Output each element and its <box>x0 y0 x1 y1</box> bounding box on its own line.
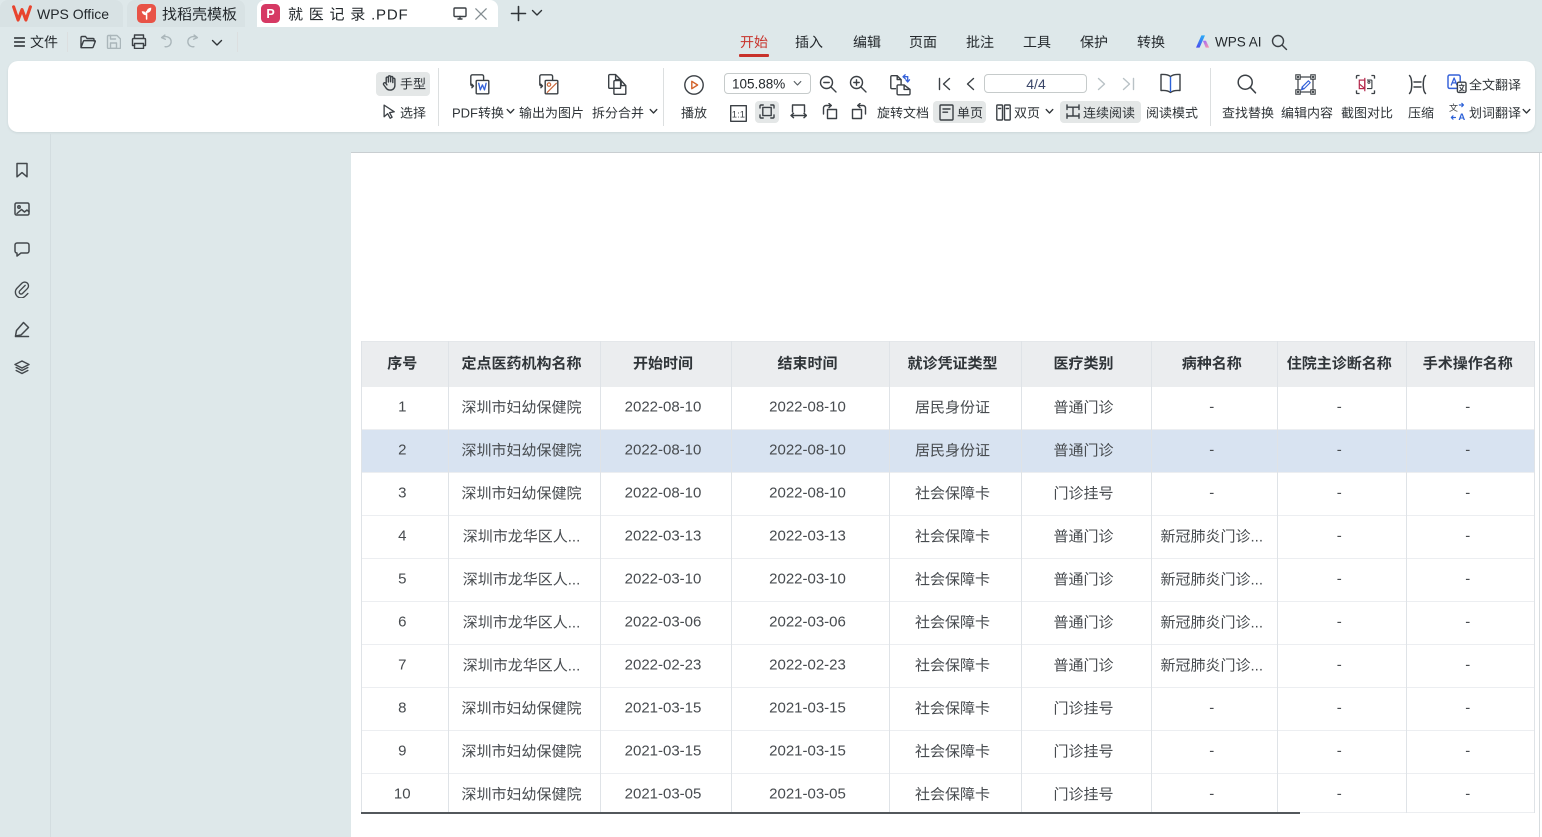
svg-text:1:1: 1:1 <box>732 109 745 120</box>
svg-text:A: A <box>1458 112 1465 121</box>
svg-text:P: P <box>266 7 274 21</box>
svg-text:文: 文 <box>1449 102 1458 114</box>
